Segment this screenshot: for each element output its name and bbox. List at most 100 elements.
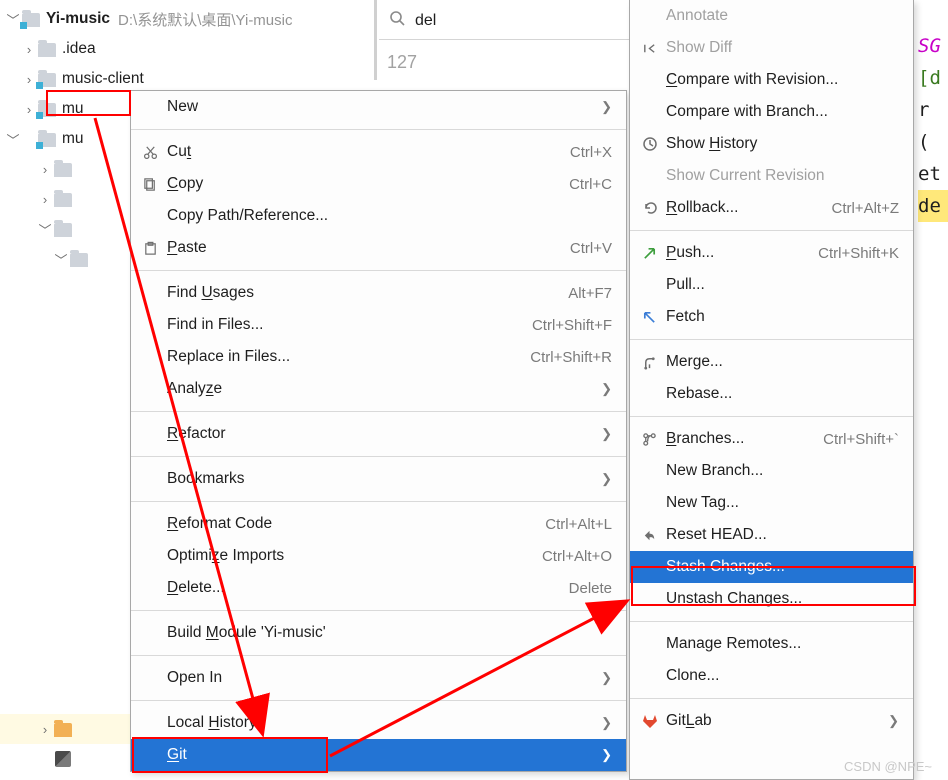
menu-item[interactable]: Pull...: [630, 269, 913, 301]
folder-icon: [38, 40, 56, 58]
menu-item-label: Find in Files...: [167, 316, 514, 334]
menu-item[interactable]: Analyze❯: [131, 373, 626, 405]
menu-item[interactable]: Branches...Ctrl+Shift+`: [630, 423, 913, 455]
chevron-right-icon[interactable]: ›: [36, 160, 54, 178]
folder-icon: [54, 220, 72, 238]
menu-item[interactable]: Find in Files...Ctrl+Shift+F: [131, 309, 626, 341]
menu-item-label: Rebase...: [666, 385, 899, 403]
folder-icon: [38, 70, 56, 88]
menu-item[interactable]: CutCtrl+X: [131, 136, 626, 168]
menu-item-label: Refactor: [167, 425, 583, 443]
menu-item[interactable]: Paste Ctrl+V: [131, 232, 626, 264]
line-number: 127: [387, 52, 417, 73]
rollback-icon: [642, 200, 666, 216]
menu-item-label: Merge...: [666, 353, 899, 371]
context-menu: New❯CutCtrl+XCopyCtrl+CCopy Path/Referen…: [130, 90, 627, 772]
tree-root[interactable]: ﹀ Yi-music D:\系统默认\桌面\Yi-music: [0, 4, 375, 34]
tree-label: music-client: [62, 70, 144, 88]
menu-item[interactable]: Refactor❯: [131, 418, 626, 450]
editor-fragment: SG [d r ( et de: [918, 30, 948, 222]
push-icon: [642, 246, 666, 261]
menu-item[interactable]: Local History❯: [131, 707, 626, 739]
folder-icon: [54, 190, 72, 208]
menu-item[interactable]: Optimize ImportsCtrl+Alt+O: [131, 540, 626, 572]
menu-item[interactable]: Build Module 'Yi-music': [131, 617, 626, 649]
menu-item[interactable]: Compare with Revision...: [630, 64, 913, 96]
chevron-down-icon[interactable]: ﹀: [52, 250, 70, 268]
folder-icon: [70, 250, 88, 268]
menu-item[interactable]: New Tag...: [630, 487, 913, 519]
menu-item-label: Open In: [167, 669, 583, 687]
chevron-right-icon: ❯: [583, 381, 612, 397]
menu-item-label: Manage Remotes...: [666, 635, 899, 653]
chevron-right-icon: ❯: [870, 713, 899, 729]
menu-item[interactable]: Rollback... Ctrl+Alt+Z: [630, 192, 913, 224]
menu-item: Annotate: [630, 0, 913, 32]
menu-item[interactable]: Open In❯: [131, 662, 626, 694]
menu-item[interactable]: Reformat CodeCtrl+Alt+L: [131, 508, 626, 540]
menu-item-label: New: [167, 98, 583, 116]
chevron-right-icon[interactable]: ›: [36, 720, 54, 738]
folder-icon: [38, 100, 56, 118]
folder-icon: [54, 720, 72, 738]
menu-shortcut: Ctrl+Alt+Z: [831, 200, 899, 217]
chevron-down-icon[interactable]: ﹀: [4, 130, 22, 148]
fetch-icon: [642, 310, 666, 325]
reset-icon: [642, 528, 666, 543]
menu-item-label: Rollback...: [666, 199, 813, 217]
menu-item[interactable]: Find UsagesAlt+F7: [131, 277, 626, 309]
menu-item-label: Show History: [666, 135, 899, 153]
menu-item-label: Reset HEAD...: [666, 526, 899, 544]
menu-item[interactable]: Git❯: [131, 739, 626, 771]
folder-icon: [22, 10, 40, 28]
menu-item[interactable]: Reset HEAD...: [630, 519, 913, 551]
menu-item[interactable]: Delete...Delete: [131, 572, 626, 604]
menu-item-label: New Branch...: [666, 462, 899, 480]
menu-item[interactable]: Clone...: [630, 660, 913, 692]
menu-item[interactable]: Manage Remotes...: [630, 628, 913, 660]
menu-shortcut: Ctrl+C: [569, 176, 612, 193]
folder-icon: [38, 130, 56, 148]
menu-item[interactable]: Push...Ctrl+Shift+K: [630, 237, 913, 269]
menu-item[interactable]: New❯: [131, 91, 626, 123]
watermark: CSDN @NPE~: [844, 759, 932, 774]
menu-item-label: Annotate: [666, 7, 899, 25]
chevron-right-icon[interactable]: ›: [36, 190, 54, 208]
menu-item[interactable]: Copy Path/Reference...: [131, 200, 626, 232]
menu-item-label: Bookmarks: [167, 470, 583, 488]
menu-item[interactable]: Compare with Branch...: [630, 96, 913, 128]
menu-item[interactable]: Replace in Files...Ctrl+Shift+R: [131, 341, 626, 373]
menu-item-label: Replace in Files...: [167, 348, 512, 366]
root-label: Yi-music: [46, 10, 110, 28]
menu-item[interactable]: Stash Changes...: [630, 551, 913, 583]
menu-item[interactable]: Fetch: [630, 301, 913, 333]
chevron-right-icon[interactable]: ›: [20, 40, 38, 58]
tree-label: .idea: [62, 40, 96, 58]
welcome-icon: [54, 750, 72, 768]
search-input[interactable]: del: [379, 2, 629, 40]
menu-item[interactable]: Merge...: [630, 346, 913, 378]
menu-item[interactable]: Show History: [630, 128, 913, 160]
menu-item-label: Cut: [167, 143, 552, 161]
tree-row[interactable]: › .idea: [0, 34, 375, 64]
menu-item[interactable]: Rebase...: [630, 378, 913, 410]
menu-item[interactable]: Unstash Changes...: [630, 583, 913, 615]
menu-item-label: Pull...: [666, 276, 899, 294]
menu-item[interactable]: New Branch...: [630, 455, 913, 487]
menu-item-label: Show Current Revision: [666, 167, 899, 185]
menu-item: Show Diff: [630, 32, 913, 64]
menu-item: Show Current Revision: [630, 160, 913, 192]
menu-item-label: Clone...: [666, 667, 899, 685]
menu-item[interactable]: Bookmarks❯: [131, 463, 626, 495]
paste-icon: [143, 241, 167, 256]
menu-item[interactable]: GitLab❯: [630, 705, 913, 737]
chevron-down-icon[interactable]: ﹀: [36, 220, 54, 238]
diff-icon: [642, 41, 666, 56]
menu-item-label: Compare with Revision...: [666, 71, 899, 89]
chevron-right-icon: ❯: [583, 747, 612, 763]
menu-item[interactable]: CopyCtrl+C: [131, 168, 626, 200]
menu-shortcut: Ctrl+V: [570, 240, 612, 257]
menu-item-label: Stash Changes...: [666, 558, 899, 576]
root-path: D:\系统默认\桌面\Yi-music: [118, 9, 292, 30]
menu-item-label: Paste: [167, 239, 552, 257]
